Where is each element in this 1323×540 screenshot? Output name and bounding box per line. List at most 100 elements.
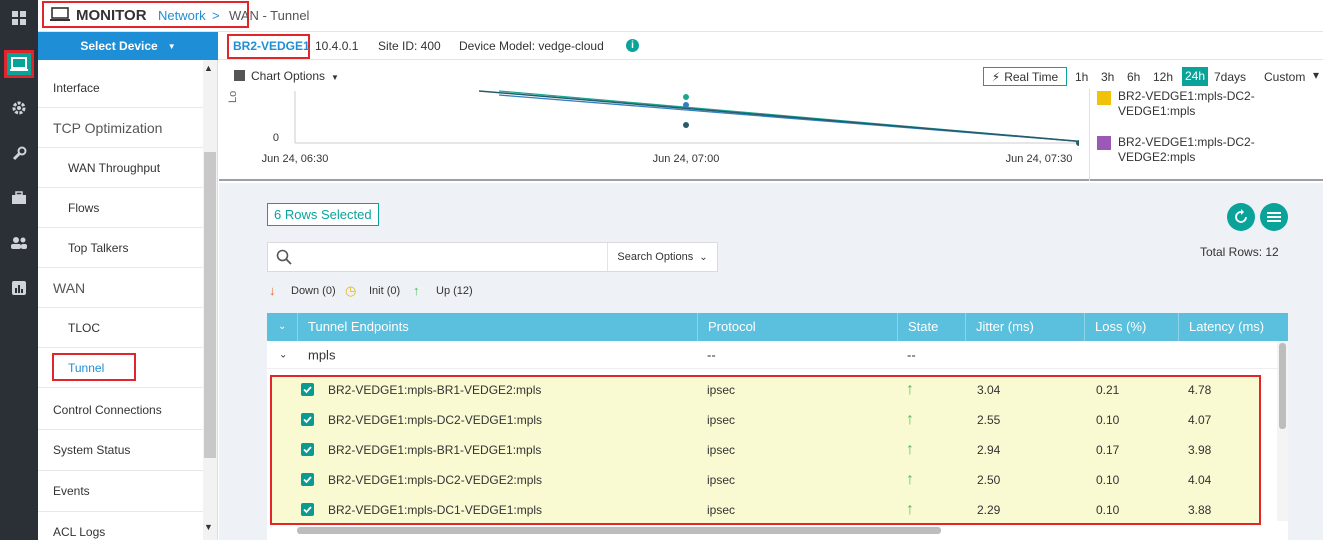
table-horizontal-scrollbar-thumb[interactable]: [297, 527, 941, 534]
menu-button[interactable]: [1260, 203, 1288, 231]
x-tick-label: Jun 24, 07:30: [1006, 153, 1073, 165]
table-vertical-scrollbar-thumb[interactable]: [1279, 343, 1286, 429]
time-range-12h[interactable]: 12h: [1153, 70, 1173, 84]
sidebar-item-acl-logs[interactable]: ACL Logs: [38, 512, 203, 540]
legend-item[interactable]: BR2-VEDGE1:mpls-DC2-VEDGE2:mpls: [1118, 135, 1278, 165]
line-chart: Lo 0 Jun 24, 06:30 Jun 24, 07:00 Jun 24,…: [227, 90, 1079, 165]
reports-icon[interactable]: [4, 274, 34, 302]
sidebar-item-system-status[interactable]: System Status: [38, 430, 203, 471]
data-point[interactable]: [683, 102, 689, 108]
search-bar: Search Options ⌄: [267, 242, 718, 272]
search-input[interactable]: [300, 247, 600, 267]
sidebar-item-label: Interface: [53, 80, 100, 95]
series-line-blue: [498, 94, 1079, 143]
x-tick-label: Jun 24, 06:30: [262, 153, 329, 165]
chart-panel: Chart Options ▼ ⚡ Real Time 1h 3h 6h 12h 2…: [219, 61, 1323, 181]
selected-rows-highlight: [270, 375, 1261, 525]
scroll-down-icon[interactable]: ▼: [204, 522, 213, 532]
total-rows-count: Total Rows: 12: [1200, 245, 1279, 259]
sidebar-item-label: Control Connections: [53, 402, 162, 417]
scroll-up-icon[interactable]: ▲: [204, 63, 213, 73]
breadcrumb-section: MONITOR: [76, 7, 147, 24]
select-device-dropdown[interactable]: Select Device ▼: [38, 32, 218, 60]
sidebar-item-top-talkers[interactable]: Top Talkers: [38, 228, 203, 268]
users-icon[interactable]: [4, 229, 34, 257]
time-range-6h[interactable]: 6h: [1127, 70, 1140, 84]
sidebar-item-label: Events: [53, 484, 90, 498]
search-options-label: Search Options: [617, 251, 694, 263]
sidebar-item-label: Flows: [68, 200, 100, 215]
info-icon[interactable]: i: [626, 39, 639, 52]
group-state: --: [907, 347, 916, 362]
monitor-icon[interactable]: [4, 50, 34, 78]
x-tick-label: Jun 24, 07:00: [653, 153, 720, 165]
column-header-protocol[interactable]: Protocol: [697, 313, 897, 341]
data-point[interactable]: [683, 94, 689, 100]
chevron-down-icon: ▼: [167, 41, 176, 51]
hamburger-icon: [1267, 212, 1281, 222]
monitor-icon: [50, 7, 70, 27]
refresh-button[interactable]: [1227, 203, 1255, 231]
column-header-jitter[interactable]: Jitter (ms): [965, 313, 1084, 341]
device-model: Device Model: vedge-cloud: [459, 39, 604, 53]
breadcrumb-network-link[interactable]: Network: [158, 8, 206, 23]
column-header-loss[interactable]: Loss (%): [1084, 313, 1178, 341]
time-range-custom[interactable]: Custom: [1264, 70, 1305, 84]
legend-divider: [1089, 89, 1090, 181]
sidebar-item-label: Top Talkers: [68, 240, 129, 255]
sidebar-item-wan-throughput[interactable]: WAN Throughput: [38, 148, 203, 188]
column-header-state[interactable]: State: [897, 313, 965, 341]
legend-swatch: [1097, 136, 1111, 150]
gear-icon[interactable]: [4, 94, 34, 122]
state-count-init: Init (0): [369, 285, 401, 297]
device-name[interactable]: BR2-VEDGE1: [233, 39, 310, 53]
table-group-row[interactable]: ⌄ mpls -- --: [267, 341, 1288, 369]
tunnel-highlight: [52, 353, 136, 381]
page-title: WAN - Tunnel: [229, 8, 310, 23]
chevron-down-icon: ⌄: [699, 251, 708, 263]
state-count-up: Up (12): [436, 285, 473, 297]
sidebar-item-label: System Status: [53, 443, 131, 457]
search-options-dropdown[interactable]: Search Options ⌄: [607, 243, 717, 271]
refresh-icon: [1235, 209, 1247, 223]
breadcrumb-separator: >: [212, 8, 220, 23]
sidebar-item-control-connections[interactable]: Control Connections: [38, 390, 203, 430]
device-info-bar: BR2-VEDGE1 10.4.0.1 Site ID: 400 Device …: [218, 32, 1323, 60]
sidebar-item-interface[interactable]: Interface: [38, 68, 203, 108]
device-ip: 10.4.0.1: [315, 39, 359, 53]
sidebar-item-tloc[interactable]: TLOC: [38, 308, 203, 348]
sidebar-item-flows[interactable]: Flows: [38, 188, 203, 228]
data-point[interactable]: [683, 122, 689, 128]
tunnel-table-panel: 6 Rows Selected Search Options ⌄ Total R…: [219, 183, 1323, 540]
time-range-3h[interactable]: 3h: [1101, 70, 1114, 84]
legend-item[interactable]: BR2-VEDGE1:mpls-DC2-VEDGE1:mpls: [1118, 89, 1278, 119]
dashboard-icon[interactable]: [4, 4, 34, 32]
group-name: mpls: [308, 347, 336, 362]
wrench-icon[interactable]: [4, 140, 34, 168]
time-range-7days[interactable]: 7days: [1214, 70, 1246, 84]
column-header-tunnel-endpoints[interactable]: Tunnel Endpoints: [297, 313, 697, 341]
y-axis-label: Lo: [227, 91, 239, 103]
breadcrumb: MONITOR Network > WAN - Tunnel: [38, 0, 1323, 32]
clock-icon: ◷: [345, 283, 357, 298]
sidebar-category-tcp-optimization: TCP Optimization: [38, 108, 203, 148]
search-icon: [276, 249, 292, 270]
sidebar-item-events[interactable]: Events: [38, 471, 203, 512]
arrow-down-icon: ↓: [269, 283, 276, 298]
sidebar-item-label: WAN Throughput: [68, 160, 161, 175]
table-header: ⌄ Tunnel Endpoints Protocol State Jitter…: [267, 313, 1288, 341]
sidebar-category-label: TCP Optimization: [53, 119, 163, 136]
icon-rail: [0, 0, 38, 540]
sidebar-menu: Interface TCP Optimization WAN Throughpu…: [38, 60, 218, 540]
state-count-down: Down (0): [291, 285, 336, 297]
legend-swatch: [1097, 91, 1111, 105]
sidebar-scrollbar-thumb[interactable]: [204, 152, 216, 458]
sidebar-category-label: WAN: [53, 279, 86, 296]
group-protocol: --: [707, 347, 716, 362]
chevron-down-icon[interactable]: ⌄: [279, 349, 287, 360]
briefcase-icon[interactable]: [4, 184, 34, 212]
y-tick-label: 0: [273, 132, 279, 144]
chevron-down-icon[interactable]: ⌄: [278, 313, 286, 341]
column-header-latency[interactable]: Latency (ms): [1178, 313, 1288, 341]
time-range-24h[interactable]: 24h: [1182, 67, 1209, 86]
